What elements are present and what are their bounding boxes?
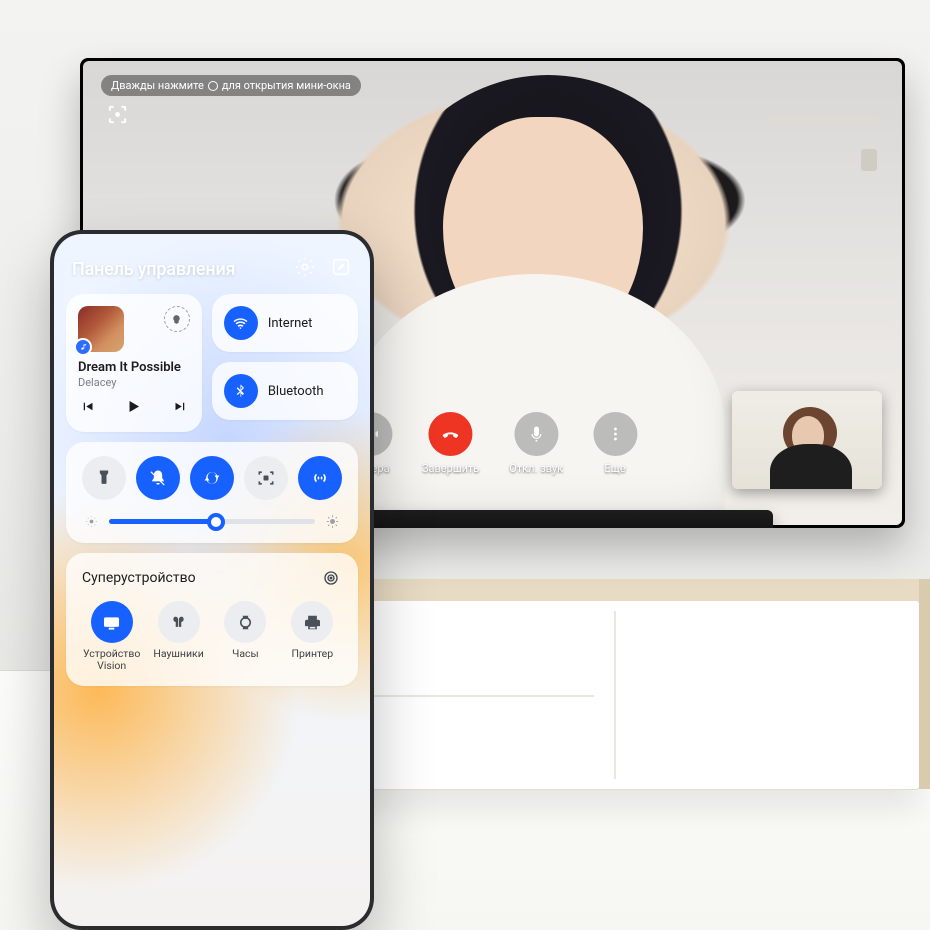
device-watch-label: Часы [232,648,259,660]
smartphone: Панель управления [50,230,374,930]
video-call-controls: Камера Завершить Откл. звук Еще [348,412,637,475]
music-app-icon [74,338,92,356]
device-earbuds[interactable]: Наушники [147,601,210,672]
more-label: Еще [604,462,625,475]
wifi-icon [224,306,258,340]
earbuds-icon [158,601,200,643]
auto-rotate-toggle[interactable] [190,456,234,500]
quick-toggles-card [66,442,358,543]
device-watch[interactable]: Часы [214,601,277,672]
flashlight-toggle[interactable] [82,456,126,500]
super-device-title: Суперустройство [82,570,196,586]
music-title: Dream It Possible [78,360,190,375]
super-device-card: Суперустройство Устройство Vision Наушни [66,553,358,686]
home-button-icon [208,81,218,91]
brightness-slider[interactable] [78,510,346,531]
brightness-fill [109,519,216,524]
brightness-high-icon [325,514,340,529]
mini-window-tip: Дважды нажмите для открытия мини-окна [101,75,361,96]
play-button[interactable] [124,397,143,420]
tip-text-suffix: для открытия мини-окна [222,79,351,92]
music-artist: Delacey [78,376,190,389]
wifi-toggle[interactable]: Internet [212,294,358,352]
silent-mode-toggle[interactable] [136,456,180,500]
device-earbuds-label: Наушники [153,648,203,660]
next-track-button[interactable] [173,399,188,418]
more-button[interactable] [593,412,637,456]
mute-button[interactable] [514,412,558,456]
mute-label: Откл. звук [509,462,563,475]
device-printer[interactable]: Принтер [281,601,344,672]
viewfinder-icon[interactable] [106,103,129,126]
nfc-toggle[interactable] [298,456,342,500]
settings-icon[interactable] [294,256,316,282]
music-player-card[interactable]: Dream It Possible Delacey [66,294,202,432]
bluetooth-toggle[interactable]: Bluetooth [212,362,358,420]
wifi-label: Internet [268,316,313,331]
end-call-button[interactable] [429,412,473,456]
bluetooth-icon [224,374,258,408]
vision-icon [91,601,133,643]
device-printer-label: Принтер [292,648,334,660]
edit-icon[interactable] [330,256,352,282]
tip-text-prefix: Дважды нажмите [111,79,204,92]
audio-output-icon[interactable] [164,306,190,332]
device-vision-label: Устройство Vision [83,648,140,672]
video-call-self-view[interactable] [732,391,882,489]
printer-icon [291,601,333,643]
previous-track-button[interactable] [80,399,95,418]
bluetooth-label: Bluetooth [268,384,324,399]
brightness-low-icon [84,514,99,529]
screenshot-toggle[interactable] [244,456,288,500]
control-panel: Панель управления [54,234,370,926]
super-device-settings-icon[interactable] [320,567,342,589]
device-vision[interactable]: Устройство Vision [80,601,143,672]
panel-title: Панель управления [72,259,235,280]
watch-icon [224,601,266,643]
album-art [78,306,124,352]
end-call-label: Завершить [422,462,479,475]
brightness-thumb[interactable] [207,513,225,531]
